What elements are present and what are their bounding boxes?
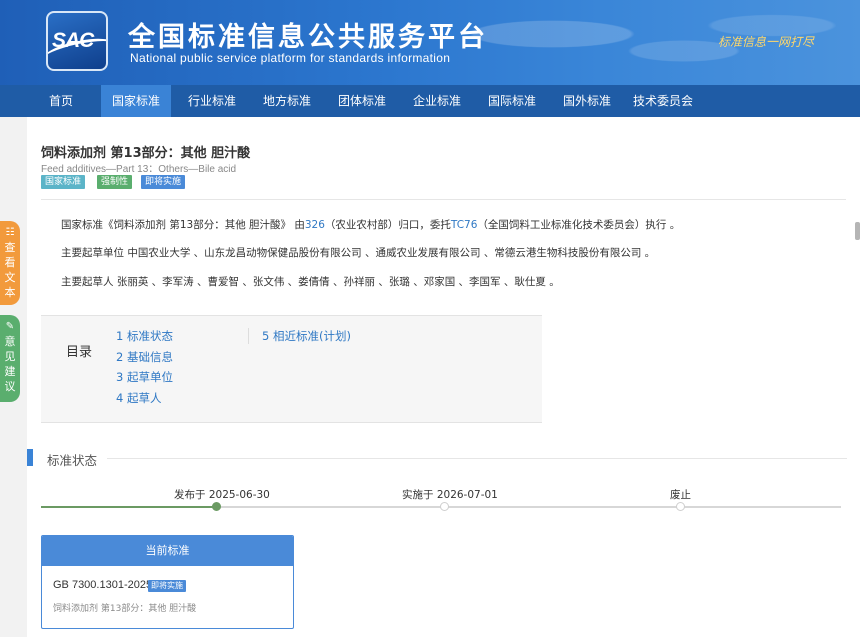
timeline-dot-abolished <box>676 502 685 511</box>
site-title: 全国标准信息公共服务平台 <box>128 22 488 53</box>
feedback-char-3: 建 <box>4 365 16 378</box>
info-responsible: 国家标准《饲料添加剂 第13部分：其他 胆汁酸》 由326（农业农村部）归口，委… <box>61 217 680 232</box>
feedback-char-2: 见 <box>4 350 16 363</box>
timeline-label-implemented: 实施于 2026-07-01 <box>402 489 498 501</box>
nav-item-technical-committees[interactable]: 技术委员会 <box>627 85 699 117</box>
section-divider <box>107 458 847 459</box>
standard-title-en: Feed additives—Part 13：Others—Bile acid <box>41 164 237 175</box>
info-drafters: 主要起草人 张丽英 、李军涛 、曹爱智 、张文伟 、娄倩倩 、孙祥丽 、张璐 、… <box>61 276 560 288</box>
toc-divider <box>248 328 249 344</box>
site-subtitle: National public service platform for sta… <box>130 51 451 65</box>
info-responsible-suffix: （全国饲料工业标准化技术委员会）执行 。 <box>477 219 681 231</box>
badge-upcoming: 即将实施 <box>141 175 186 189</box>
view-text-button[interactable]: ☷ 查 看 文 本 <box>0 221 20 305</box>
nav-item-industry-standards[interactable]: 行业标准 <box>177 85 247 117</box>
timeline-dot-published <box>212 502 221 511</box>
table-of-contents: 目录 1 标准状态 2 基础信息 3 起草单位 4 起草人 5 相近标准(计划) <box>41 315 542 423</box>
logo-text: SAC <box>52 29 94 52</box>
scrollbar-thumb[interactable] <box>855 222 860 240</box>
nav-item-local-standards[interactable]: 地方标准 <box>252 85 322 117</box>
nav-item-international-standards[interactable]: 国际标准 <box>477 85 547 117</box>
timeline-label-published: 发布于 2025-06-30 <box>174 489 270 501</box>
timeline-dot-implemented <box>440 502 449 511</box>
page-root: SAC 全国标准信息公共服务平台 National public service… <box>0 0 860 637</box>
current-standard-code[interactable]: GB 7300.1301-2025 <box>53 579 152 591</box>
section-title-status: 标准状态 <box>47 453 98 468</box>
badge-mandatory: 强制性 <box>97 175 133 189</box>
committee-link[interactable]: TC76 <box>451 219 478 231</box>
toc-label: 目录 <box>66 345 93 360</box>
badge-national-standard: 国家标准 <box>41 175 86 189</box>
toc-item-drafting-units[interactable]: 3 起草单位 <box>116 369 173 385</box>
main-nav: 首页 国家标准 行业标准 地方标准 团体标准 企业标准 国际标准 国外标准 技术… <box>0 85 860 117</box>
feedback-icon: ✎ <box>5 321 15 332</box>
feedback-button[interactable]: ✎ 意 见 建 议 <box>0 315 20 402</box>
nav-item-group-standards[interactable]: 团体标准 <box>327 85 397 117</box>
current-standard-header: 当前标准 <box>42 536 293 566</box>
ministry-link[interactable]: 326 <box>305 219 325 231</box>
feedback-char-4: 议 <box>4 380 16 393</box>
toc-item-status[interactable]: 1 标准状态 <box>116 328 173 344</box>
timeline-progress <box>41 506 217 508</box>
sac-logo[interactable]: SAC <box>46 11 108 71</box>
standard-title: 饲料添加剂 第13部分：其他 胆汁酸 <box>41 146 251 161</box>
document-icon: ☷ <box>5 227 15 238</box>
info-responsible-mid: （农业农村部）归口，委托 <box>324 219 451 231</box>
current-standard-card[interactable]: 当前标准 GB 7300.1301-2025 即将实施 饲料添加剂 第13部分：… <box>41 535 294 629</box>
toc-item-drafters[interactable]: 4 起草人 <box>116 390 161 406</box>
current-standard-badge: 即将实施 <box>148 580 186 592</box>
feedback-char-1: 意 <box>4 335 16 348</box>
view-text-char-4: 本 <box>4 286 16 299</box>
timeline-label-abolished: 废止 <box>670 489 691 501</box>
nav-item-home[interactable]: 首页 <box>38 85 84 117</box>
nav-item-foreign-standards[interactable]: 国外标准 <box>552 85 622 117</box>
info-responsible-prefix: 国家标准《饲料添加剂 第13部分：其他 胆汁酸》 由 <box>61 219 305 231</box>
view-text-char-2: 看 <box>4 256 16 269</box>
toc-item-similar-standards[interactable]: 5 相近标准(计划) <box>262 328 351 344</box>
nav-item-national-standards[interactable]: 国家标准 <box>101 85 171 117</box>
info-drafting-units: 主要起草单位 中国农业大学 、山东龙昌动物保健品股份有限公司 、通威农业发展有限… <box>61 247 656 259</box>
view-text-char-3: 文 <box>4 271 16 284</box>
section-accent-bar <box>27 449 33 466</box>
site-slogan: 标准信息一网打尽 <box>718 35 815 49</box>
content-panel: 饲料添加剂 第13部分：其他 胆汁酸 Feed additives—Part 1… <box>27 117 860 637</box>
site-header: SAC 全国标准信息公共服务平台 National public service… <box>0 0 860 85</box>
toc-item-basic-info[interactable]: 2 基础信息 <box>116 349 173 365</box>
title-divider <box>41 199 846 200</box>
nav-item-enterprise-standards[interactable]: 企业标准 <box>402 85 472 117</box>
view-text-char-1: 查 <box>4 241 16 254</box>
current-standard-subtitle: 饲料添加剂 第13部分：其他 胆汁酸 <box>53 604 197 614</box>
